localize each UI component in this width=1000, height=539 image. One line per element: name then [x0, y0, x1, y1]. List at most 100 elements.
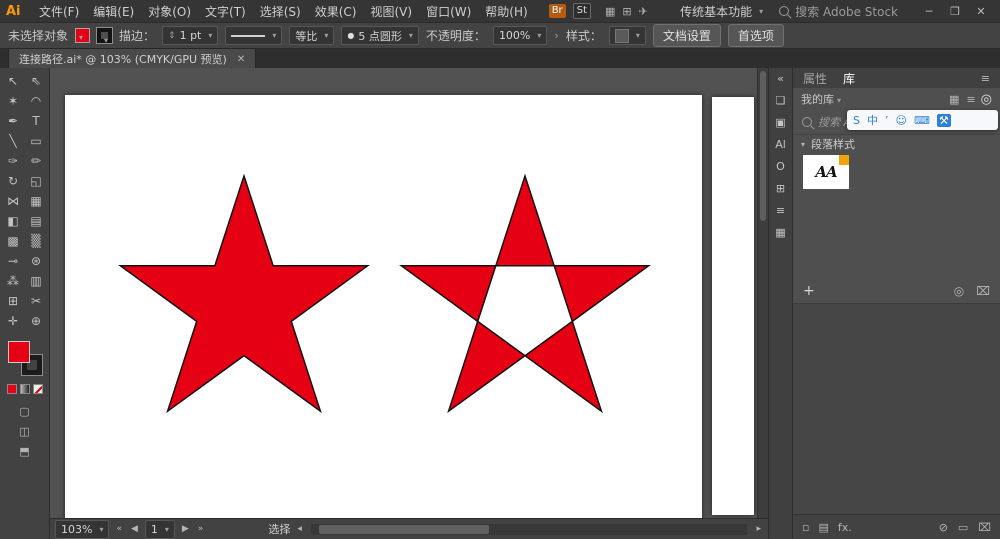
tool-lasso[interactable]: ◠: [25, 91, 48, 111]
opacity-field[interactable]: 100%: [492, 26, 548, 45]
layers-panel-icon[interactable]: ≡: [776, 205, 785, 216]
restore-button[interactable]: ❐: [942, 5, 968, 18]
tool-type[interactable]: T: [25, 111, 48, 131]
cc-sync-icon[interactable]: ◎: [981, 92, 992, 107]
artboard-1[interactable]: [65, 95, 702, 518]
previous-artboard-button[interactable]: ◀: [129, 524, 140, 534]
share-icon[interactable]: ✈: [639, 5, 648, 18]
tool-slice[interactable]: ✂: [25, 291, 48, 311]
menu-edit[interactable]: 编辑(E): [86, 3, 141, 20]
ai-panel-icon[interactable]: Al: [775, 139, 786, 150]
brush-definition-select[interactable]: ● 5 点圆形: [341, 26, 419, 45]
artboard-number-select[interactable]: 1: [144, 519, 175, 539]
tool-column-graph[interactable]: ▥: [25, 271, 48, 291]
menu-type[interactable]: 文字(T): [198, 3, 253, 20]
ime-mode-icon[interactable]: 中: [867, 112, 878, 128]
tab-properties[interactable]: 属性: [803, 70, 827, 87]
transform-panel-icon[interactable]: ⊞: [776, 183, 785, 194]
screen-mode-icon[interactable]: ⬒: [19, 445, 29, 458]
stock-search-field[interactable]: 搜索 Adobe Stock: [779, 3, 898, 20]
new-item-icon[interactable]: ▭: [958, 521, 968, 534]
graphic-styles-icon[interactable]: ▤: [818, 521, 828, 534]
export-panel-icon[interactable]: ❏: [776, 95, 786, 106]
section-collapse-icon[interactable]: ▾: [801, 140, 805, 149]
tool-line-segment[interactable]: ╲: [2, 131, 25, 151]
tool-rectangle[interactable]: ▭: [25, 131, 48, 151]
menu-view[interactable]: 视图(V): [363, 3, 419, 20]
illustrator-logo-icon[interactable]: Ai: [6, 4, 32, 19]
tool-blend[interactable]: ⊛: [25, 251, 48, 271]
menu-select[interactable]: 选择(S): [253, 3, 308, 20]
tool-width[interactable]: ⋈: [2, 191, 25, 211]
tool-free-transform[interactable]: ▦: [25, 191, 48, 211]
document-setup-button[interactable]: 文档设置: [652, 24, 721, 47]
width-profile-select[interactable]: 等比: [289, 26, 335, 45]
trash-icon[interactable]: ⌧: [978, 521, 991, 534]
horizontal-scrollbar[interactable]: [310, 523, 748, 535]
draw-normal-icon[interactable]: ▢: [19, 405, 29, 418]
artboard-2-partial[interactable]: [712, 97, 754, 515]
close-button[interactable]: ✕: [968, 5, 994, 18]
variable-width-profile-select[interactable]: [225, 26, 283, 45]
none-button[interactable]: [32, 384, 43, 394]
artboards-panel-icon[interactable]: ▣: [775, 117, 785, 128]
sogou-logo-icon[interactable]: S: [853, 114, 860, 127]
bridge-icon[interactable]: Br: [548, 4, 566, 18]
tool-zoom[interactable]: ⊕: [25, 311, 48, 331]
tool-hand[interactable]: ✛: [2, 311, 25, 331]
no-style-icon[interactable]: ⊘: [939, 521, 948, 534]
scroll-left-icon[interactable]: ◂: [295, 524, 304, 534]
ime-emoji-icon[interactable]: ☺: [895, 114, 906, 127]
menu-file[interactable]: 文件(F): [32, 3, 86, 20]
tool-selection[interactable]: ↖: [2, 71, 25, 91]
arrange-documents-icon[interactable]: ▦: [605, 5, 615, 18]
vertical-scrollbar-thumb[interactable]: [760, 71, 766, 221]
fx-icon[interactable]: fx.: [838, 521, 852, 534]
swatches-panel-icon[interactable]: ▦: [775, 227, 785, 238]
tool-gradient[interactable]: ▒: [25, 231, 48, 251]
menu-object[interactable]: 对象(O): [141, 3, 198, 20]
tab-close-icon[interactable]: ✕: [237, 54, 245, 65]
gradient-button[interactable]: [19, 384, 30, 394]
fill-color-swatch[interactable]: [75, 28, 91, 43]
vertical-scrollbar[interactable]: [757, 68, 768, 518]
draw-behind-icon[interactable]: ◫: [19, 425, 29, 438]
collapse-panels-icon[interactable]: «: [777, 73, 784, 84]
stock-panel-icon[interactable]: O: [776, 161, 785, 172]
ime-keyboard-icon[interactable]: ⌨: [914, 114, 930, 127]
graphic-style-select[interactable]: [608, 26, 646, 45]
library-select[interactable]: 我的库: [801, 91, 841, 107]
tool-pen[interactable]: ✒: [2, 111, 25, 131]
ime-toolbox-icon[interactable]: ⚒: [936, 113, 951, 127]
tab-libraries[interactable]: 库: [843, 70, 855, 87]
sync-status-icon[interactable]: ◎: [954, 284, 964, 298]
horizontal-scrollbar-thumb[interactable]: [318, 524, 489, 534]
menu-effect[interactable]: 效果(C): [308, 3, 364, 20]
preferences-button[interactable]: 首选项: [727, 24, 784, 47]
list-view-icon[interactable]: ≡: [966, 93, 975, 106]
next-artboard-button[interactable]: ▶: [180, 524, 191, 534]
menu-help[interactable]: 帮助(H): [478, 3, 534, 20]
tool-pencil[interactable]: ✏: [25, 151, 48, 171]
stroke-color-swatch[interactable]: [96, 27, 114, 44]
first-artboard-button[interactable]: «: [114, 524, 124, 534]
grid-view-icon[interactable]: ▦: [949, 93, 959, 106]
fill-proxy-swatch[interactable]: [7, 341, 30, 363]
paragraph-style-thumbnail[interactable]: AA: [803, 155, 849, 189]
tool-scale[interactable]: ◱: [25, 171, 48, 191]
tool-symbol-sprayer[interactable]: ⁂: [2, 271, 25, 291]
fill-stroke-widget[interactable]: [7, 341, 43, 376]
stock-icon[interactable]: St: [572, 3, 591, 19]
tool-direct-selection[interactable]: ⇖: [25, 71, 48, 91]
chevron-right-icon[interactable]: ›: [554, 29, 558, 42]
scroll-right-icon[interactable]: ▸: [754, 524, 763, 534]
workspace-switcher[interactable]: 传统基本功能: [680, 3, 763, 20]
ime-punctuation-icon[interactable]: ’: [885, 114, 889, 127]
color-button[interactable]: [6, 384, 17, 394]
canvas[interactable]: [50, 68, 768, 518]
paragraph-styles-section[interactable]: ▾ 段落样式: [793, 135, 1000, 153]
symbols-icon[interactable]: ▫: [802, 521, 809, 534]
minimize-button[interactable]: ─: [916, 5, 942, 18]
zoom-level-select[interactable]: 103%: [55, 519, 110, 539]
stroke-weight-field[interactable]: ⇕ 1 pt: [162, 26, 219, 45]
